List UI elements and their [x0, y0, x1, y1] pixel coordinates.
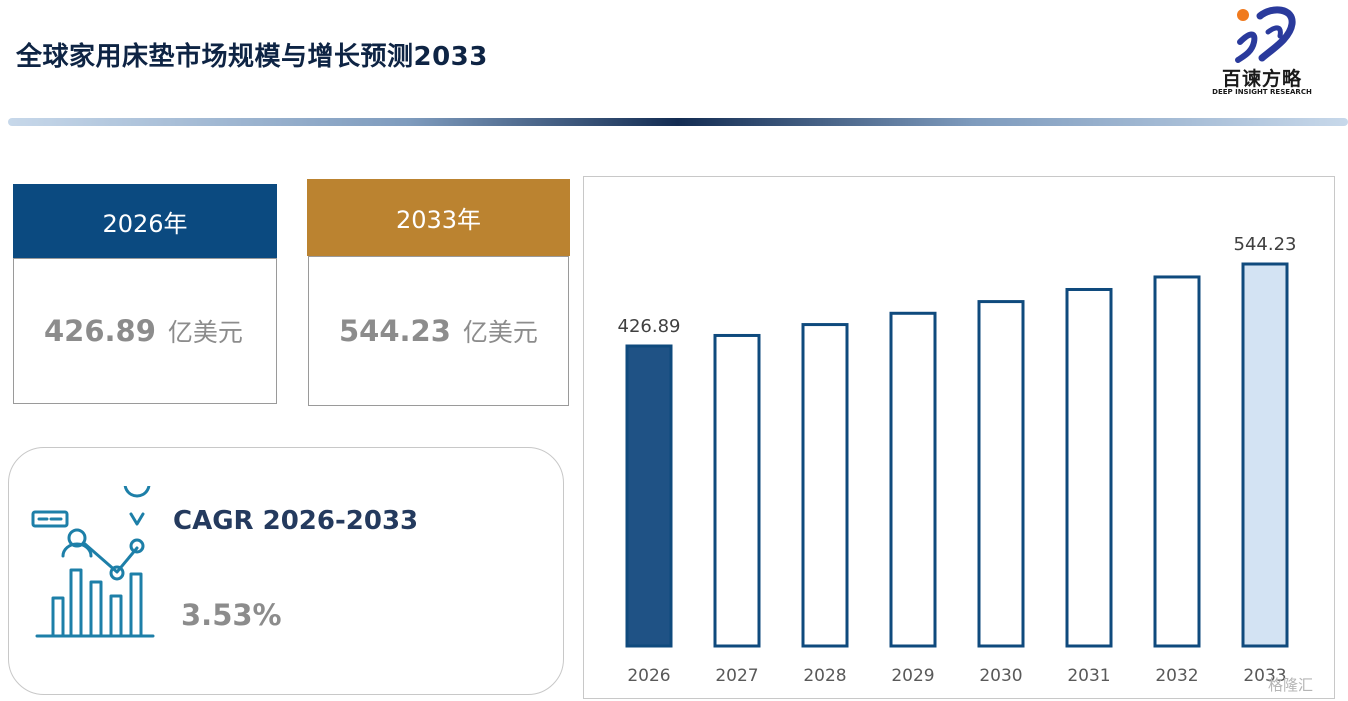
- card-2033-year: 2033年: [395, 206, 482, 234]
- card-2026-unit: 亿美元: [167, 318, 243, 347]
- card-2033-header: 2033年: [307, 179, 570, 256]
- x-tick-label-2031: 2031: [1067, 666, 1110, 686]
- x-tick-label-2032: 2032: [1155, 666, 1198, 686]
- card-2033: 2033年 544.23 亿美元: [307, 179, 570, 406]
- bar-2027: [713, 333, 761, 648]
- cagr-panel: CAGR 2026-2033 3.53%: [8, 447, 564, 695]
- cagr-value: 3.53%: [181, 598, 282, 632]
- bar-2028: [801, 323, 849, 648]
- bar-2033: [1241, 262, 1289, 648]
- card-2033-body: 544.23 亿美元: [308, 256, 569, 406]
- bar-2026: [625, 344, 673, 648]
- cagr-label: CAGR 2026-2033: [173, 506, 419, 536]
- bar-2030: [977, 300, 1025, 648]
- x-tick-label-2026: 2026: [627, 666, 670, 686]
- card-2026: 2026年 426.89 亿美元: [13, 184, 277, 404]
- data-label-2026: 426.89: [618, 316, 681, 337]
- logo-subtitle: DEEP INSIGHT RESEARCH: [1212, 88, 1312, 96]
- x-tick-label-2028: 2028: [803, 666, 846, 686]
- card-2033-unit: 亿美元: [462, 318, 538, 347]
- logo-brand: 百谏方略: [1221, 68, 1302, 90]
- x-tick-label-2030: 2030: [979, 666, 1022, 686]
- data-label-2033: 544.23: [1234, 234, 1297, 255]
- bar-2032: [1153, 275, 1201, 648]
- chart-growth-icon: [31, 486, 155, 638]
- bar-2029: [889, 311, 937, 648]
- card-2033-value: 544.23: [339, 314, 451, 348]
- card-2026-year: 2026年: [102, 209, 188, 238]
- x-tick-label-2027: 2027: [715, 666, 758, 686]
- bar-chart: 2026426.892027 2028 2029 2030 2031 2032 203354…: [618, 234, 1297, 686]
- page-title: 全球家用床垫市场规模与增长预测2033: [16, 42, 488, 72]
- watermark-text: 格隆汇: [1268, 676, 1314, 694]
- card-2026-header: 2026年: [13, 184, 277, 258]
- logo-mark-icon: [1235, 6, 1296, 63]
- x-tick-label-2029: 2029: [891, 666, 934, 686]
- card-2026-body: 426.89 亿美元: [13, 258, 277, 404]
- logo: 百谏方略 DEEP INSIGHT RESEARCH: [1210, 2, 1314, 98]
- card-2026-value: 426.89: [44, 314, 156, 348]
- bar-2031: [1065, 287, 1113, 648]
- header-divider: [8, 118, 1348, 126]
